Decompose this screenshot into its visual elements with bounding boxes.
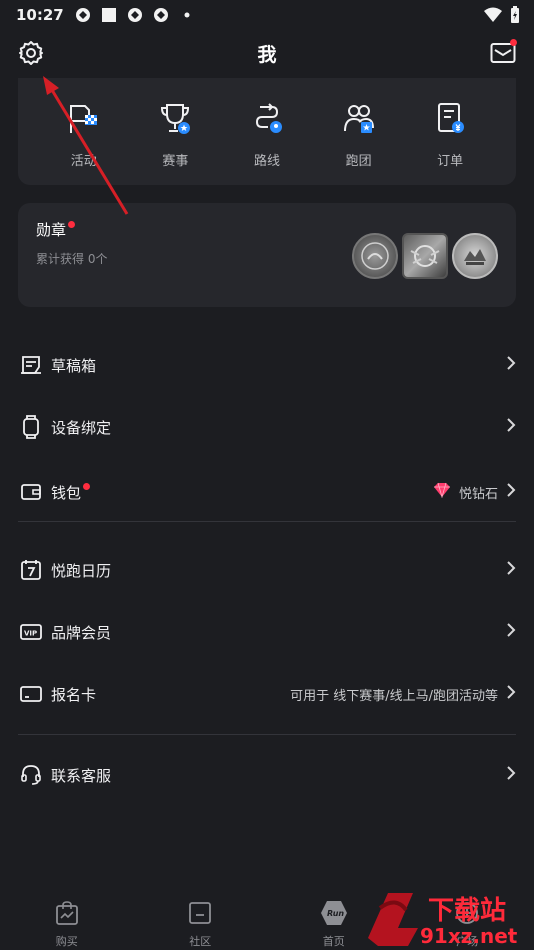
calendar-icon	[18, 557, 44, 583]
unread-badge	[510, 39, 517, 46]
status-bar: 10:27	[0, 0, 534, 30]
notification-app-icon	[152, 6, 170, 24]
notification-square-icon	[100, 6, 118, 24]
chevron-right-icon	[506, 684, 516, 704]
wallet-diamond-label: 悦钻石	[458, 486, 498, 502]
action-running-group[interactable]: 跑团	[319, 98, 399, 169]
action-activity[interactable]: 活动	[44, 98, 124, 169]
gear-icon	[19, 41, 43, 65]
card-icon	[18, 681, 44, 707]
section-divider	[18, 734, 516, 735]
diamond-icon	[433, 482, 451, 502]
medal-image	[452, 233, 498, 279]
site-watermark: 下载站 91xz.net	[358, 888, 528, 948]
notification-app-icon	[74, 6, 92, 24]
flag-icon	[64, 98, 104, 138]
menu-row-customer-service[interactable]: 联系客服	[18, 755, 516, 795]
page-title: 我	[257, 43, 277, 66]
signup-card-hint: 可用于 线下赛事/线上马/跑团活动等	[290, 688, 498, 704]
medal-image	[402, 233, 448, 279]
menu-row-device-binding[interactable]: 设备绑定	[18, 407, 516, 447]
quick-actions-card: 活动 赛事 路线 跑团 订单	[18, 78, 516, 185]
menu-row-wallet[interactable]: 钱包 悦钻石	[18, 472, 516, 512]
action-routes[interactable]: 路线	[227, 98, 307, 169]
shopping-bag-icon	[54, 900, 80, 930]
medal-badge-dot	[68, 221, 75, 228]
group-icon	[339, 98, 379, 138]
messages-button[interactable]	[488, 38, 518, 68]
chevron-right-icon	[506, 765, 516, 785]
svg-text:Run: Run	[327, 909, 344, 918]
battery-icon	[510, 6, 520, 28]
action-orders[interactable]: 订单	[410, 98, 490, 169]
chevron-right-icon	[506, 355, 516, 375]
drafts-icon	[18, 352, 44, 378]
svg-text:VIP: VIP	[24, 630, 37, 638]
home-hexagon-icon: Run	[320, 900, 348, 930]
wifi-icon	[484, 7, 502, 27]
chevron-right-icon	[506, 417, 516, 437]
status-time: 10:27	[16, 6, 64, 24]
menu-row-drafts[interactable]: 草稿箱	[18, 345, 516, 385]
settings-button[interactable]	[16, 38, 46, 68]
trophy-icon	[155, 98, 195, 138]
wallet-icon	[18, 479, 44, 505]
wallet-badge-dot	[83, 483, 90, 490]
medal-title: 勋章	[36, 221, 67, 239]
chevron-right-icon	[506, 482, 516, 502]
menu-row-signup-card[interactable]: 报名卡 可用于 线下赛事/线上马/跑团活动等	[18, 674, 516, 714]
medal-card[interactable]: 勋章 累计获得 0个	[18, 203, 516, 307]
community-icon	[187, 900, 213, 930]
watermark-logo-icon	[368, 893, 418, 946]
page-header: 我	[0, 30, 534, 76]
order-icon	[430, 98, 470, 138]
chevron-right-icon	[506, 622, 516, 642]
medal-preview-list	[352, 233, 498, 279]
chevron-right-icon	[506, 560, 516, 580]
vip-card-icon: VIP	[18, 619, 44, 645]
route-icon	[247, 98, 287, 138]
medal-image	[352, 233, 398, 279]
more-notifications-dot-icon	[178, 6, 196, 24]
menu-row-calendar[interactable]: 悦跑日历	[18, 550, 516, 590]
tab-shop[interactable]: 购买	[27, 900, 107, 949]
menu-row-brand-membership[interactable]: VIP 品牌会员	[18, 612, 516, 652]
section-divider	[18, 521, 516, 522]
notification-app-icon	[126, 6, 144, 24]
tab-community[interactable]: 社区	[160, 900, 240, 949]
action-events[interactable]: 赛事	[135, 98, 215, 169]
headset-icon	[18, 762, 44, 788]
watch-icon	[18, 414, 44, 440]
